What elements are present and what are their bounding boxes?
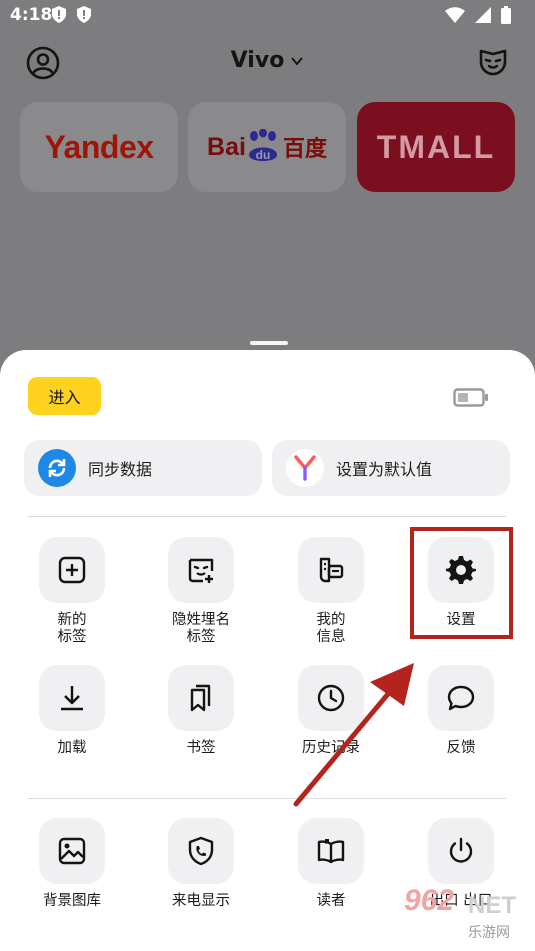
wifi-icon: [445, 7, 465, 23]
set-default-button[interactable]: 设置为默认值: [272, 440, 510, 496]
signal-icon: [475, 7, 491, 23]
watermark: 962 NET 乐游网: [396, 884, 531, 946]
incognito-tab-icon: [168, 537, 234, 603]
menu-item-incognito-tab[interactable]: 隐姓埋名 标签: [146, 537, 256, 646]
profile-name: Vivo: [230, 48, 285, 73]
menu-item-history[interactable]: 历史记录: [276, 665, 386, 757]
watermark-number: 962: [404, 884, 455, 917]
menu-item-backgrounds[interactable]: 背景图库: [17, 818, 127, 910]
menu-item-downloads[interactable]: 加载: [17, 665, 127, 757]
menu-label: 我的 信息: [316, 612, 346, 645]
mask-icon[interactable]: [477, 46, 509, 78]
sync-icon: [38, 449, 76, 487]
profile-switcher[interactable]: Vivo: [0, 48, 535, 73]
menu-item-reader[interactable]: 读者: [276, 818, 386, 910]
divider: [28, 798, 506, 799]
menu-label: 加载: [57, 740, 87, 756]
power-icon: [428, 818, 494, 884]
yandex-logo-text: Yandex: [44, 128, 154, 165]
chat-bubble-icon: [428, 665, 494, 731]
shield-icon: [77, 6, 91, 23]
menu-label: 来电显示: [172, 893, 230, 909]
shield-icon: [52, 6, 66, 23]
menu-label: 书签: [186, 740, 216, 756]
watermark-net: NET: [468, 892, 516, 919]
divider: [28, 516, 506, 517]
menu-label: 隐姓埋名 标签: [172, 612, 230, 645]
menu-item-feedback[interactable]: 反馈: [406, 665, 516, 757]
shield-phone-icon: [168, 818, 234, 884]
battery-status-icon: [501, 6, 511, 24]
bookmarks-icon: [168, 665, 234, 731]
enter-button[interactable]: 进入: [28, 377, 101, 415]
tile-yandex[interactable]: Yandex: [20, 102, 178, 192]
menu-item-caller-id[interactable]: 来电显示: [146, 818, 256, 910]
id-card-icon: [298, 537, 364, 603]
baidu-paw-text: du: [256, 148, 271, 162]
browser-header: Vivo: [0, 38, 535, 88]
menu-item-new-tab[interactable]: 新的 标签: [17, 537, 127, 646]
baidu-paw-icon: du: [248, 129, 277, 162]
sheet-drag-handle[interactable]: [250, 341, 288, 345]
battery-saver-icon[interactable]: [453, 388, 489, 407]
book-icon: [298, 818, 364, 884]
baidu-logo: Bai du 百度: [207, 129, 327, 165]
menu-item-bookmarks[interactable]: 书签: [146, 665, 256, 757]
menu-label: 反馈: [446, 740, 476, 756]
plus-square-icon: [39, 537, 105, 603]
set-default-label: 设置为默认值: [336, 460, 433, 479]
yandex-logo: Yandex: [44, 128, 154, 166]
menu-label: 读者: [316, 893, 346, 909]
clock-icon: [298, 665, 364, 731]
chevron-down-icon: [291, 57, 304, 66]
menu-item-my-info[interactable]: 我的 信息: [276, 537, 386, 646]
menu-label: 历史记录: [302, 740, 360, 756]
menu-label: 背景图库: [43, 893, 101, 909]
status-time: 4:18: [10, 5, 53, 25]
menu-label: 新的 标签: [57, 612, 87, 645]
status-bar: 4:18: [0, 0, 535, 32]
tile-tmall[interactable]: TMALL: [357, 102, 515, 192]
status-icons: [445, 6, 511, 24]
image-icon: [39, 818, 105, 884]
yandex-y-icon: [286, 449, 324, 487]
settings-highlight-box: [410, 527, 513, 639]
download-icon: [39, 665, 105, 731]
tmall-logo-text: TMALL: [376, 128, 496, 165]
sync-data-button[interactable]: 同步数据: [24, 440, 262, 496]
baidu-logo-text: Bai: [207, 132, 246, 161]
sync-data-label: 同步数据: [88, 460, 153, 479]
baidu-cn-text: 百度: [282, 137, 327, 162]
tile-baidu[interactable]: Bai du 百度: [188, 102, 346, 192]
watermark-cn: 乐游网: [468, 925, 510, 941]
